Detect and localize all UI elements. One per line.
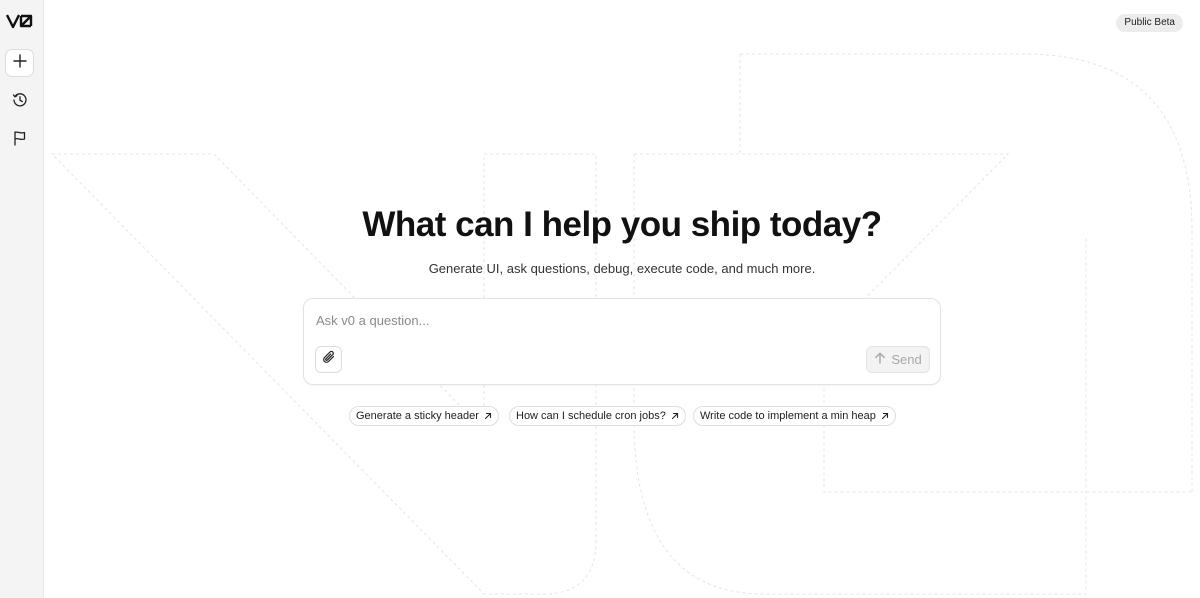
flag-icon xyxy=(12,130,28,151)
suggestion-chip[interactable]: How can I schedule cron jobs? xyxy=(509,406,686,426)
arrow-up-right-icon xyxy=(484,412,492,420)
arrow-up-right-icon xyxy=(881,412,889,420)
suggestion-chip[interactable]: Generate a sticky header xyxy=(349,406,499,426)
feedback-button[interactable] xyxy=(5,126,34,154)
paperclip-icon xyxy=(322,350,336,369)
suggestion-label: How can I schedule cron jobs? xyxy=(516,410,666,422)
attach-button[interactable] xyxy=(315,346,342,373)
public-beta-badge: Public Beta xyxy=(1116,14,1183,32)
history-clock-icon xyxy=(12,92,28,113)
send-button[interactable]: Send xyxy=(866,346,930,373)
v0-logo[interactable] xyxy=(5,13,34,29)
prompt-input[interactable] xyxy=(314,309,928,331)
send-label: Send xyxy=(891,352,922,367)
history-button[interactable] xyxy=(5,88,34,116)
suggestion-label: Write code to implement a min heap xyxy=(700,410,876,422)
sidebar xyxy=(0,0,44,598)
arrow-up-right-icon xyxy=(671,412,679,420)
suggestion-chip[interactable]: Write code to implement a min heap xyxy=(693,406,896,426)
page-subtitle: Generate UI, ask questions, debug, execu… xyxy=(428,261,816,276)
page-title: What can I help you ship today? xyxy=(362,205,882,244)
plus-icon xyxy=(12,53,27,73)
suggestion-label: Generate a sticky header xyxy=(356,410,479,422)
prompt-box: Send xyxy=(303,298,941,385)
new-chat-button[interactable] xyxy=(5,49,34,77)
arrow-up-icon xyxy=(874,352,886,367)
